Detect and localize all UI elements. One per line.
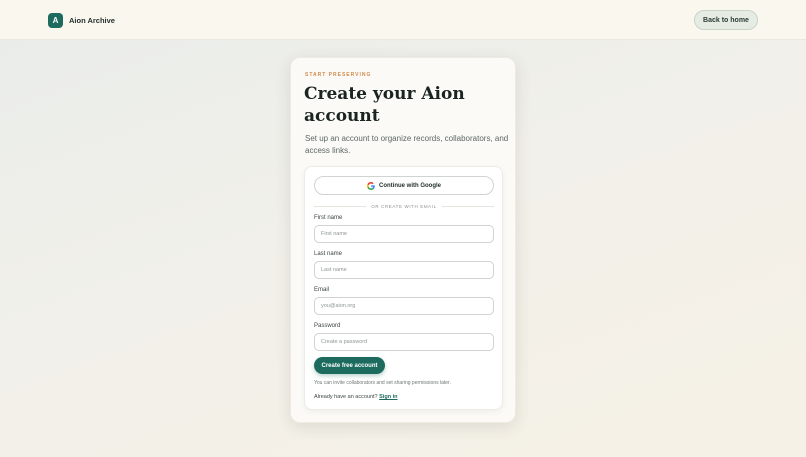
brand-name: Aion Archive — [69, 15, 115, 25]
top-bar: A Aion Archive Back to home — [0, 0, 806, 40]
sign-in-link[interactable]: Sign in — [379, 394, 397, 400]
create-account-button[interactable]: Create free account — [314, 357, 385, 374]
password-label: Password — [314, 323, 341, 329]
brand[interactable]: A Aion Archive — [48, 12, 115, 28]
invite-hint: You can invite collaborators and set sha… — [314, 380, 451, 386]
signin-row: Already have an account? Sign in — [314, 394, 397, 400]
password-field[interactable] — [314, 333, 494, 351]
last-name-field[interactable] — [314, 261, 494, 279]
continue-with-google-button[interactable]: Continue with Google — [314, 176, 494, 195]
divider-line-left — [314, 205, 367, 207]
signin-prompt: Already have an account? — [314, 394, 378, 400]
signup-form: Continue with Google OR CREATE WITH EMAI… — [304, 166, 503, 410]
email-label: Email — [314, 287, 330, 293]
divider-line-right — [441, 205, 495, 207]
page-subtitle: Set up an account to organize records, c… — [305, 134, 509, 155]
page-title: Create your Aion account — [304, 84, 465, 126]
google-icon — [367, 181, 375, 190]
divider-text: OR CREATE WITH EMAIL — [371, 203, 437, 209]
eyebrow-label: START PRESERVING — [305, 72, 372, 78]
back-to-home-button[interactable]: Back to home — [694, 10, 758, 30]
email-divider: OR CREATE WITH EMAIL — [314, 202, 495, 210]
first-name-label: First name — [314, 215, 343, 221]
first-name-field[interactable] — [314, 225, 494, 243]
logo-icon: A — [48, 12, 63, 28]
last-name-label: Last name — [314, 251, 343, 257]
signup-card: START PRESERVING Create your Aion accoun… — [290, 57, 516, 423]
google-button-label: Continue with Google — [379, 182, 441, 189]
email-field[interactable] — [314, 297, 494, 315]
